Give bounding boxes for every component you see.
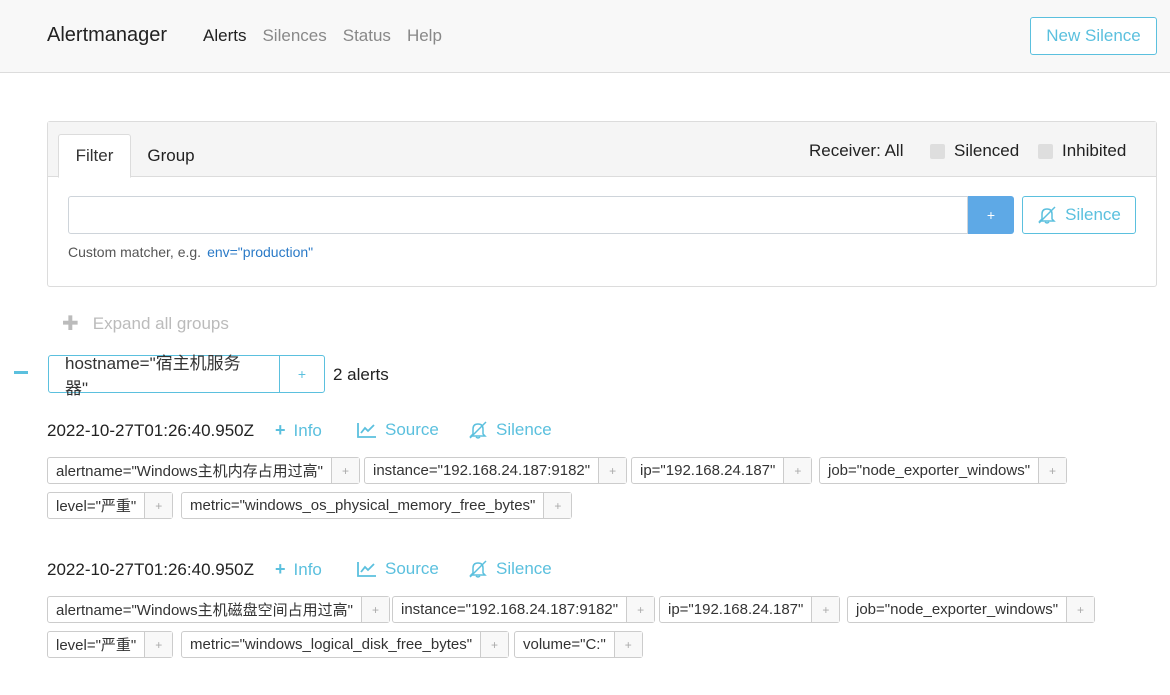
label-chip: level="严重" +	[47, 492, 174, 519]
matcher-hint: Custom matcher, e.g. env="production"	[68, 244, 313, 260]
plus-icon: ✚	[62, 313, 79, 335]
bell-slash-icon	[1038, 206, 1056, 224]
alert-source-button[interactable]: Source	[357, 559, 439, 579]
brand-title[interactable]: Alertmanager	[47, 24, 167, 47]
label-add-button[interactable]: +	[627, 597, 655, 622]
tab-group[interactable]: Group	[136, 134, 206, 178]
label-text[interactable]: alertname="Windows主机磁盘空间占用过高"	[48, 597, 362, 622]
plus-icon: +	[275, 420, 286, 440]
line-chart-icon	[357, 562, 376, 577]
inhibited-checkbox-label: Inhibited	[1062, 141, 1127, 160]
group-alert-count: 2 alerts	[333, 365, 389, 384]
label-text[interactable]: instance="192.168.24.187:9182"	[393, 597, 628, 622]
label-chip: metric="windows_os_physical_memory_free_…	[181, 492, 573, 519]
group-label[interactable]: hostname="宿主机服务器"	[49, 354, 280, 398]
expand-all-button[interactable]: ✚ Expand all groups	[62, 311, 229, 336]
label-add-button[interactable]: +	[544, 493, 572, 518]
silenced-checkbox-box[interactable]	[930, 143, 945, 159]
label-text[interactable]: instance="192.168.24.187:9182"	[365, 458, 600, 483]
alert-timestamp: 2022-10-27T01:26:40.950Z	[47, 421, 254, 440]
nav-help[interactable]: Help	[407, 26, 442, 46]
alert-header: 2022-10-27T01:26:40.950Z	[47, 420, 254, 442]
label-chip: ip="192.168.24.187" +	[659, 596, 841, 623]
alert-header: 2022-10-27T01:26:40.950Z	[47, 559, 254, 581]
filter-input[interactable]	[68, 196, 968, 234]
label-add-button[interactable]: +	[1039, 458, 1067, 483]
alert-info-label: Info	[293, 559, 322, 579]
label-add-button[interactable]: +	[812, 597, 840, 622]
label-text[interactable]: volume="C:"	[515, 632, 615, 657]
bell-slash-icon	[469, 421, 487, 439]
label-add-button[interactable]: +	[145, 632, 173, 657]
label-chip: volume="C:" +	[514, 631, 643, 658]
navbar: Alertmanager Alerts Silences Status Help…	[0, 0, 1170, 73]
new-silence-button[interactable]: New Silence	[1030, 17, 1157, 55]
alert-source-label: Source	[385, 559, 439, 578]
silenced-checkbox-label: Silenced	[954, 141, 1020, 160]
label-text[interactable]: level="严重"	[48, 632, 146, 657]
alert-silence-label: Silence	[496, 420, 552, 439]
label-add-button[interactable]: +	[145, 493, 173, 518]
label-chip: instance="192.168.24.187:9182" +	[392, 596, 656, 623]
filter-silence-button[interactable]: Silence	[1022, 196, 1136, 234]
bell-slash-icon	[469, 560, 487, 578]
plus-icon: +	[275, 559, 286, 579]
alert-timestamp: 2022-10-27T01:26:40.950Z	[47, 560, 254, 579]
label-text[interactable]: alertname="Windows主机内存占用过高"	[48, 458, 332, 483]
label-add-button[interactable]: +	[599, 458, 627, 483]
tab-filter[interactable]: Filter	[58, 134, 131, 178]
label-chip: metric="windows_logical_disk_free_bytes"…	[181, 631, 510, 658]
filter-silence-label: Silence	[1065, 205, 1121, 224]
label-chip: ip="192.168.24.187" +	[631, 457, 813, 484]
alert-info-label: Info	[293, 420, 322, 440]
label-text[interactable]: job="node_exporter_windows"	[848, 597, 1068, 622]
alert-info-button[interactable]: + Info	[275, 420, 322, 441]
silenced-checkbox[interactable]: Silenced	[930, 141, 1019, 161]
filter-card: Filter Group Receiver: All Silenced Inhi…	[47, 121, 1157, 287]
label-add-button[interactable]: +	[614, 632, 642, 657]
inhibited-checkbox-box[interactable]	[1038, 143, 1053, 159]
nav-alerts[interactable]: Alerts	[203, 26, 246, 46]
label-add-button[interactable]: +	[331, 458, 359, 483]
label-chip: job="node_exporter_windows" +	[847, 596, 1096, 623]
expand-all-label: Expand all groups	[92, 313, 229, 333]
line-chart-icon	[357, 423, 376, 438]
matcher-hint-example: env="production"	[207, 244, 314, 260]
label-chip: alertname="Windows主机磁盘空间占用过高" +	[47, 596, 390, 623]
group-add-filter-button[interactable]: +	[280, 356, 324, 392]
label-add-button[interactable]: +	[481, 632, 509, 657]
filter-add-button[interactable]: +	[968, 196, 1014, 234]
alert-info-button[interactable]: + Info	[275, 559, 322, 580]
label-text[interactable]: level="严重"	[48, 493, 146, 518]
matcher-hint-text: Custom matcher, e.g.	[68, 244, 202, 260]
label-text[interactable]: metric="windows_logical_disk_free_bytes"	[182, 632, 482, 657]
nav-status[interactable]: Status	[343, 26, 391, 46]
label-chip: instance="192.168.24.187:9182" +	[364, 457, 628, 484]
filter-card-header: Filter Group Receiver: All Silenced Inhi…	[48, 122, 1156, 178]
alert-silence-button[interactable]: Silence	[468, 559, 552, 579]
label-add-button[interactable]: +	[361, 597, 389, 622]
inhibited-checkbox[interactable]: Inhibited	[1038, 141, 1126, 161]
alert-source-label: Source	[385, 420, 439, 439]
group-label-chip: hostname="宿主机服务器" +	[48, 354, 325, 398]
label-text[interactable]: metric="windows_os_physical_memory_free_…	[182, 493, 545, 518]
label-chip: job="node_exporter_windows" +	[819, 457, 1068, 484]
nav-silences[interactable]: Silences	[262, 26, 326, 46]
label-text[interactable]: ip="192.168.24.187"	[660, 597, 813, 622]
label-add-button[interactable]: +	[784, 458, 812, 483]
collapse-group-icon[interactable]	[14, 371, 28, 374]
alert-silence-label: Silence	[496, 559, 552, 578]
label-add-button[interactable]: +	[1067, 597, 1095, 622]
alert-source-button[interactable]: Source	[357, 420, 439, 440]
alert-silence-button[interactable]: Silence	[468, 420, 552, 440]
label-chip: level="严重" +	[47, 631, 174, 658]
label-text[interactable]: job="node_exporter_windows"	[820, 458, 1040, 483]
label-text[interactable]: ip="192.168.24.187"	[632, 458, 785, 483]
label-chip: alertname="Windows主机内存占用过高" +	[47, 457, 360, 484]
receiver-select[interactable]: Receiver: All	[809, 141, 903, 161]
nav-links: Alerts Silences Status Help	[203, 26, 442, 46]
